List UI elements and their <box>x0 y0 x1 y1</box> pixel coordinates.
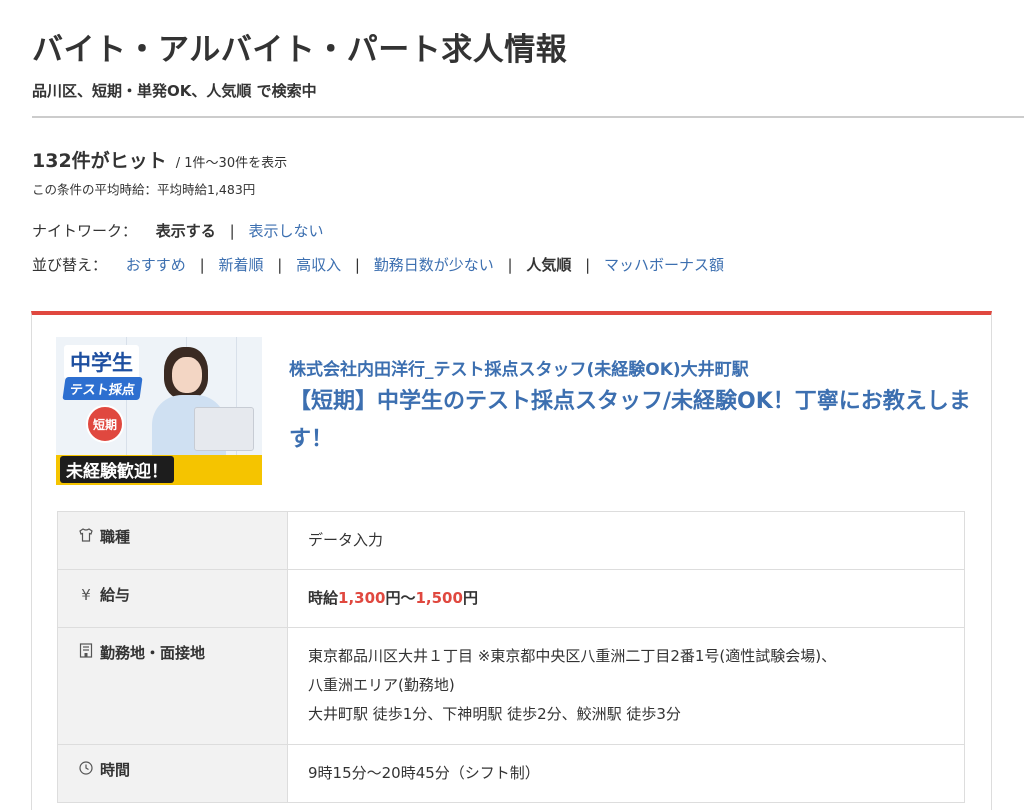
sort-high-pay-link[interactable]: 高収入 <box>296 256 341 274</box>
row-label: 給与 <box>100 586 131 604</box>
divider: | <box>585 256 591 274</box>
row-header-location: 勤務地・面接地 <box>57 627 288 745</box>
thumbnail-person-face <box>172 357 202 393</box>
row-label: 職種 <box>100 528 131 546</box>
hit-summary: 132件がヒット / 1件〜30件を表示 <box>32 146 287 173</box>
company-name-link[interactable]: 株式会社内田洋行_テスト採点スタッフ(未経験OK)大井町駅 <box>289 355 749 380</box>
row-header-category: 職種 <box>57 511 288 570</box>
divider: | <box>199 256 205 274</box>
job-title-link[interactable]: 【短期】中学生のテスト採点スタッフ/未経験OK！丁寧にお教えします！ <box>289 383 979 459</box>
sort-label: 並び替え： <box>32 256 108 274</box>
salary-prefix: 時給 <box>308 589 339 607</box>
salary-value: 時給1,300円〜1,500円 <box>287 569 965 628</box>
yen-icon: ¥ <box>81 586 91 604</box>
clock-icon <box>78 761 94 779</box>
divider: | <box>229 222 235 240</box>
location-value: 東京都品川区大井１丁目 ※東京都中央区八重洲二丁目2番1号(適性試験会場)、 八… <box>287 627 965 745</box>
job-thumbnail[interactable]: 中学生 テスト採点 短期 未経験歓迎！ <box>56 337 262 485</box>
salary-suffix: 円 <box>462 589 478 607</box>
location-area: 八重洲エリア(勤務地) <box>308 676 455 694</box>
header-divider <box>32 116 1024 118</box>
average-wage: この条件の平均時給：平均時給1,483円 <box>32 182 256 197</box>
hit-range: / 1件〜30件を表示 <box>175 156 288 171</box>
thumbnail-short-term-badge: 短期 <box>86 405 124 443</box>
sort-newest-link[interactable]: 新着順 <box>218 256 263 274</box>
search-summary: 品川区、短期・単発OK、人気順 で検索中 <box>32 82 317 100</box>
row-header-hours: 時間 <box>57 744 288 803</box>
row-label: 勤務地・面接地 <box>100 644 206 662</box>
table-row: 時間 9時15分〜20時45分（シフト制） <box>57 744 965 803</box>
row-header-salary: ¥ 給与 <box>57 569 288 628</box>
hours-value: 9時15分〜20時45分（シフト制） <box>287 744 965 803</box>
thumbnail-badge-middle-school: 中学生 <box>64 345 139 379</box>
divider: | <box>354 256 360 274</box>
location-stations: 大井町駅 徒歩1分、下神明駅 徒歩2分、鮫洲駅 徒歩3分 <box>308 705 681 723</box>
sort-recommended-link[interactable]: おすすめ <box>126 256 186 274</box>
night-work-show: 表示する <box>155 222 216 240</box>
salary-mid: 円〜 <box>385 589 416 607</box>
location-address: 東京都品川区大井１丁目 ※東京都中央区八重洲二丁目2番1号(適性試験会場)、 <box>308 647 837 665</box>
thumbnail-badge-test-grading: テスト採点 <box>62 377 143 400</box>
salary-max: 1,500 <box>415 589 463 607</box>
sort-mach-bonus-link[interactable]: マッハボーナス額 <box>604 256 724 274</box>
night-work-label: ナイトワーク： <box>32 222 138 240</box>
divider: | <box>507 256 513 274</box>
sort-popular-active: 人気順 <box>526 256 572 274</box>
sort-bar: 並び替え： おすすめ | 新着順 | 高収入 | 勤務日数が少ない | 人気順 … <box>32 254 724 275</box>
hit-count: 132件がヒット <box>32 150 167 172</box>
sort-fewer-days-link[interactable]: 勤務日数が少ない <box>374 256 494 274</box>
table-row: ¥ 給与 時給1,300円〜1,500円 <box>57 569 965 628</box>
job-info-table: 職種 データ入力 ¥ 給与 時給1,300円〜1,500円 勤務地・面接地 東京都… <box>57 511 965 803</box>
table-row: 勤務地・面接地 東京都品川区大井１丁目 ※東京都中央区八重洲二丁目2番1号(適性… <box>57 627 965 745</box>
row-label: 時間 <box>100 761 131 779</box>
job-card: 中学生 テスト採点 短期 未経験歓迎！ 株式会社内田洋行_テスト採点スタッフ(未… <box>31 311 992 810</box>
table-row: 職種 データ入力 <box>57 511 965 570</box>
page-title: バイト・アルバイト・パート求人情報 <box>32 32 568 68</box>
night-work-hide-link[interactable]: 表示しない <box>248 222 323 240</box>
thumbnail-welcome-text: 未経験歓迎！ <box>60 456 174 483</box>
night-work-filter: ナイトワーク： 表示する | 表示しない <box>32 220 323 241</box>
shirt-icon <box>78 528 94 546</box>
salary-min: 1,300 <box>338 589 386 607</box>
building-icon <box>78 643 94 662</box>
divider: | <box>277 256 283 274</box>
category-value: データ入力 <box>287 511 965 570</box>
thumbnail-laptop <box>194 407 254 451</box>
